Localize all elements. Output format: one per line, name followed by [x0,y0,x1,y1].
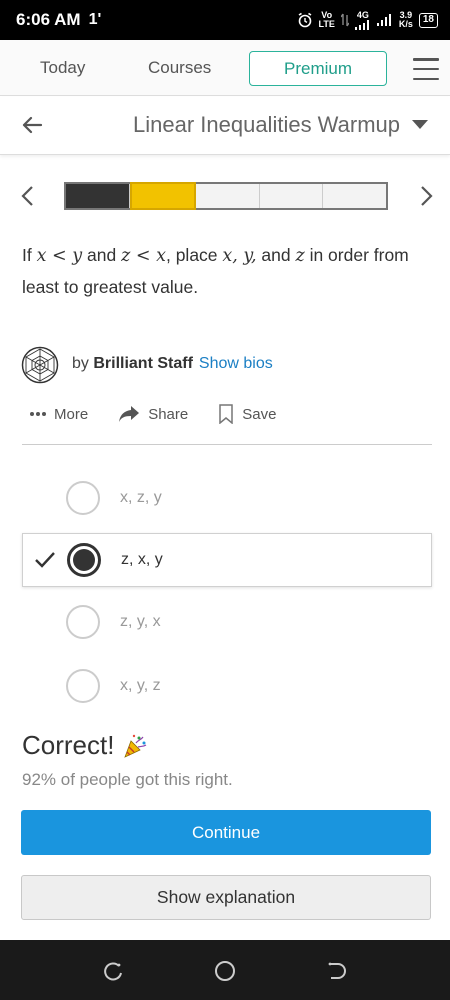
show-bios-link[interactable]: Show bios [199,355,273,372]
back-icon[interactable] [326,960,348,982]
more-label: More [54,405,89,423]
share-button[interactable]: Share [118,405,188,423]
recent-apps-icon[interactable] [102,960,124,982]
home-icon[interactable] [214,960,236,982]
question-text: If x < y and z < x, place x, y, and z in… [22,240,432,303]
q-text-1: If [22,245,37,265]
volte-indicator: Vo LTE [319,11,335,29]
correct-label: Correct! [22,730,115,760]
page-title[interactable]: Linear Inequalities Warmup [133,112,400,138]
share-label: Share [148,405,189,423]
hamburger-menu-icon[interactable] [413,58,439,80]
progress-segment-4[interactable] [260,184,324,208]
radio-selected[interactable] [67,543,101,577]
radio-unselected[interactable] [66,669,100,703]
signal-4g: 4G [354,9,371,30]
system-nav-bar [0,940,450,1000]
option-label: x, z, y [120,489,162,506]
signal-bars-icon [354,19,369,30]
net-gen-label: 4G [356,9,369,20]
q-math-1: x < y [36,246,83,266]
status-time: 6:06 AM [16,10,81,29]
author-name[interactable]: Brilliant Staff [93,355,193,372]
option-label: z, x, y [121,551,163,568]
alarm-icon [298,12,311,28]
status-bar: 6:06 AM 1' Vo LTE 4G 3.9 K/s 18 [0,0,450,40]
signal-bars-icon-2 [376,14,391,26]
brilliant-logo-icon [21,346,59,384]
action-row: More Share Save [30,404,306,424]
title-bar: Linear Inequalities Warmup [0,97,450,155]
battery-icon: 18 [418,12,438,28]
answer-option-3[interactable]: z, y, x [22,595,432,649]
data-transfer-icon [340,13,349,27]
author-line: by Brilliant Staff Show bios [72,355,273,373]
q-math-4: z [295,246,305,266]
premium-button[interactable]: Premium [249,51,387,86]
feedback-title: Correct! [22,730,148,761]
more-button[interactable]: More [30,406,88,423]
q-text-3: , place [165,245,223,265]
save-button[interactable]: Save [218,404,276,424]
radio-unselected[interactable] [66,481,100,515]
arrow-left-icon[interactable] [20,113,44,137]
speed-unit: K/s [398,19,413,29]
status-extra-glyph: 1' [88,11,102,28]
party-popper-icon [124,734,147,758]
more-dots-icon [30,412,46,416]
percent-correct-text: 92% of people got this right. [22,770,233,789]
progress-bar [64,182,388,210]
progress-segment-1[interactable] [66,184,130,208]
q-math-3: x, y, [222,246,257,266]
divider [22,444,432,445]
radio-unselected[interactable] [66,605,100,639]
q-text-2: and [82,245,122,265]
save-label: Save [242,405,277,423]
q-text-4: and [256,245,296,265]
top-nav: Today Courses Premium [0,40,450,96]
answer-option-1[interactable]: x, z, y [22,471,432,525]
share-arrow-icon [119,406,140,422]
nav-today[interactable]: Today [40,58,85,78]
checkmark-icon [35,552,55,568]
continue-button[interactable]: Continue [21,810,431,855]
status-icons: Vo LTE 4G 3.9 K/s 18 [297,9,438,30]
chevron-right-icon[interactable] [416,184,436,208]
bookmark-icon [219,404,233,424]
nav-courses[interactable]: Courses [148,58,211,78]
volte-bottom: LTE [318,19,335,29]
option-label: x, y, z [120,677,161,694]
answer-option-4[interactable]: x, y, z [22,659,432,713]
option-label: z, y, x [120,613,161,630]
progress-segment-5[interactable] [323,184,386,208]
net-speed: 3.9 K/s [399,11,413,29]
author-by: by [72,355,94,372]
progress-segment-3[interactable] [196,184,260,208]
show-explanation-button[interactable]: Show explanation [21,875,431,920]
q-math-2: z < x [121,246,166,266]
caret-down-icon[interactable] [412,120,428,129]
progress-segment-2[interactable] [129,182,197,210]
answer-option-2[interactable]: z, x, y [22,533,432,587]
chevron-left-icon[interactable] [18,184,38,208]
